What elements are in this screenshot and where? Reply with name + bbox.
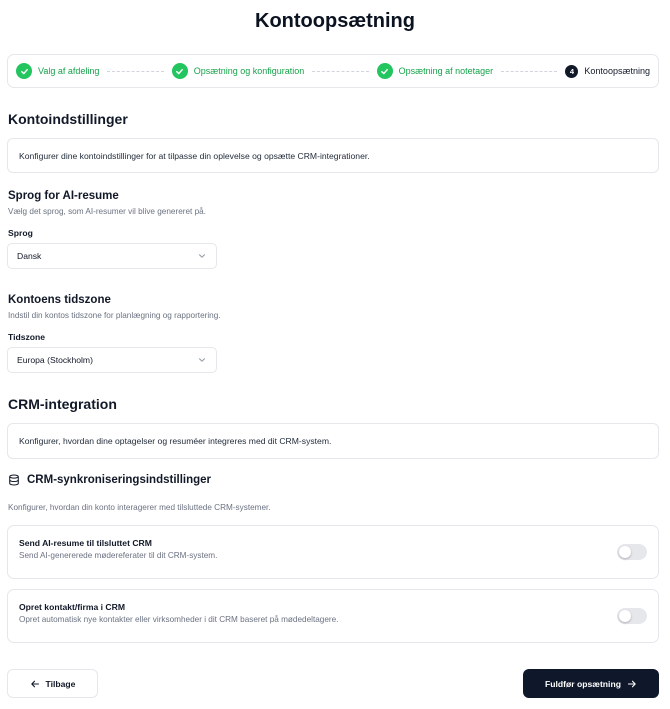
step-number-badge: 4 <box>565 64 579 78</box>
crm-integration-info: Konfigurer, hvordan dine optagelser og r… <box>7 423 659 459</box>
language-description: Vælg det sprog, som AI-resumer vil blive… <box>8 207 206 216</box>
step-label: Kontoopsætning <box>584 66 650 76</box>
step-label: Opsætning af notetager <box>398 66 494 76</box>
crm-sync-title-text: CRM-synkroniseringsindstillinger <box>27 474 212 486</box>
step-configuration[interactable]: Opsætning og konfiguration <box>171 63 305 79</box>
option-title: Send AI-resume til tilsluttet CRM <box>19 538 152 548</box>
language-heading: Sprog for AI-resume <box>8 190 119 202</box>
toggle-knob <box>619 546 631 558</box>
progress-stepper: Valg af afdeling Opsætning og konfigurat… <box>7 54 659 88</box>
crm-integration-heading: CRM-integration <box>8 396 117 412</box>
option-description: Opret automatisk nye kontakter eller vir… <box>19 615 339 624</box>
timezone-label: Tidszone <box>8 332 46 342</box>
finish-setup-button[interactable]: Fuldfør opsætning <box>523 669 659 698</box>
timezone-select-value: Europa (Stockholm) <box>17 355 93 365</box>
crm-option-create-contact: Opret kontakt/firma i CRM Opret automati… <box>7 589 659 643</box>
step-label: Valg af afdeling <box>38 66 100 76</box>
crm-option-send-summary: Send AI-resume til tilsluttet CRM Send A… <box>7 525 659 579</box>
step-notetaker[interactable]: Opsætning af notetager <box>376 63 494 79</box>
chevron-down-icon <box>198 254 206 258</box>
crm-sync-title: CRM-synkroniseringsindstillinger <box>8 474 211 486</box>
account-settings-info: Konfigurer dine kontoindstillinger for a… <box>7 138 659 173</box>
option-description: Send AI-genererede mødereferater til dit… <box>19 551 218 560</box>
step-connector <box>312 70 369 72</box>
finish-button-label: Fuldfør opsætning <box>545 678 621 689</box>
step-account-setup[interactable]: 4 Kontoopsætning <box>565 64 650 78</box>
option-title: Opret kontakt/firma i CRM <box>19 602 126 612</box>
back-button-label: Tilbage <box>45 678 76 689</box>
check-circle-icon <box>171 63 188 79</box>
back-button[interactable]: Tilbage <box>7 669 98 698</box>
language-label: Sprog <box>8 228 33 238</box>
arrow-left-icon <box>30 680 39 687</box>
send-summary-toggle[interactable] <box>617 544 647 560</box>
arrow-right-icon <box>627 680 636 687</box>
database-icon <box>9 474 19 486</box>
check-circle-icon <box>16 63 32 79</box>
step-connector <box>107 70 164 72</box>
timezone-heading: Kontoens tidszone <box>8 294 111 306</box>
account-settings-heading: Kontoindstillinger <box>8 111 128 127</box>
crm-sync-description: Konfigurer, hvordan din konto interagere… <box>8 503 271 512</box>
step-label: Opsætning og konfiguration <box>193 66 305 76</box>
page-title: Kontoopsætning <box>255 10 415 32</box>
step-connector <box>501 70 558 72</box>
create-contact-toggle[interactable] <box>617 608 647 624</box>
chevron-down-icon <box>198 358 206 362</box>
toggle-knob <box>619 610 631 622</box>
check-circle-icon <box>376 63 393 79</box>
timezone-description: Indstil din kontos tidszone for planlægn… <box>8 311 221 320</box>
timezone-select[interactable]: Europa (Stockholm) <box>7 347 217 373</box>
language-select[interactable]: Dansk <box>7 243 217 269</box>
step-department[interactable]: Valg af afdeling <box>16 63 99 79</box>
language-select-value: Dansk <box>17 251 42 261</box>
